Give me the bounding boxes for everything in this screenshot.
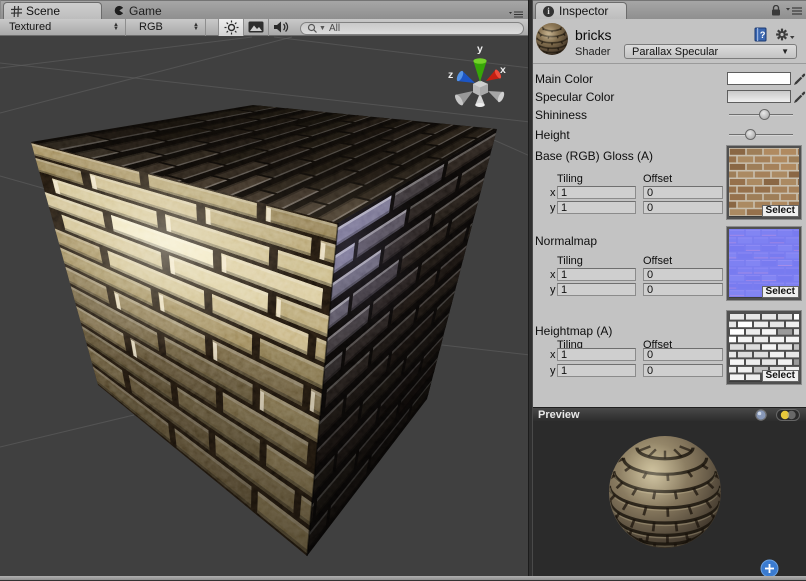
svg-text:x: x (500, 64, 506, 76)
svg-text:?: ? (760, 30, 766, 40)
svg-text:z: z (448, 69, 453, 81)
svg-text:y: y (477, 43, 483, 55)
